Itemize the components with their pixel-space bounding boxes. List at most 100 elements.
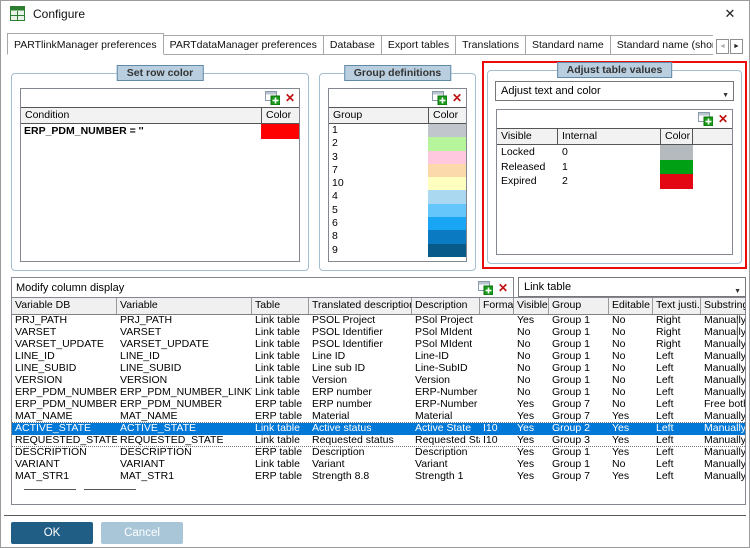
color-swatch[interactable] xyxy=(428,177,466,190)
cell-visible: No xyxy=(514,375,549,387)
group-definition-row[interactable]: 9 xyxy=(329,244,466,257)
tab-database[interactable]: Database xyxy=(324,35,382,55)
color-swatch[interactable] xyxy=(428,190,466,203)
color-swatch[interactable] xyxy=(428,124,466,137)
table-row[interactable]: MAT_NAMEMAT_NAMEERP tableMaterialMateria… xyxy=(12,411,745,423)
close-icon[interactable]: ✕ xyxy=(721,5,739,23)
column-header-translated-description[interactable]: Translated description xyxy=(309,298,412,314)
column-header-editable[interactable]: Editable xyxy=(609,298,653,314)
tab-standard-name[interactable]: Standard name xyxy=(526,35,611,55)
color-swatch[interactable] xyxy=(428,164,466,177)
tab-standard-name-short[interactable]: Standard name (short) xyxy=(611,35,713,55)
cell-description: Line-ID xyxy=(412,351,480,363)
tab-translations[interactable]: Translations xyxy=(456,35,526,55)
cell-description: Description xyxy=(412,447,480,459)
adjust-mode-dropdown[interactable]: Adjust text and color ▼ xyxy=(495,81,734,101)
cell-translated-description: PSOL Identifier xyxy=(309,327,412,339)
tab-partlinkmanager-preferences[interactable]: PARTlinkManager preferences xyxy=(7,33,164,55)
color-swatch[interactable] xyxy=(660,160,693,175)
column-header-variable[interactable]: Variable xyxy=(117,298,252,314)
cell-table: ERP table xyxy=(252,399,309,411)
table-row[interactable]: ACTIVE_STATEACTIVE_STATELink tableActive… xyxy=(12,423,745,435)
color-swatch[interactable] xyxy=(428,244,466,257)
table-row[interactable]: VARSETVARSETLink tablePSOL IdentifierPSo… xyxy=(12,327,745,339)
color-swatch[interactable] xyxy=(660,174,693,189)
cell-editable: Yes xyxy=(609,423,653,435)
column-header-text-justi[interactable]: Text justi... xyxy=(653,298,701,314)
table-row[interactable]: REQUESTED_STATEREQUESTED_STATELink table… xyxy=(12,435,745,447)
cell-group: Group 1 xyxy=(549,387,609,399)
group-definition-row[interactable]: 2 xyxy=(329,137,466,150)
color-swatch[interactable] xyxy=(428,230,466,243)
table-select-dropdown[interactable]: Link table ▼ xyxy=(518,277,746,297)
group-definition-row[interactable]: 3 xyxy=(329,151,466,164)
delete-column-icon[interactable]: ✕ xyxy=(498,282,508,294)
color-swatch[interactable] xyxy=(660,145,693,160)
add-value-icon[interactable] xyxy=(698,112,713,126)
column-header-visible[interactable]: Visible xyxy=(514,298,549,314)
vertical-scrollbar-thumb[interactable] xyxy=(737,319,738,343)
column-header-format[interactable]: Format xyxy=(480,298,514,314)
color-swatch[interactable] xyxy=(428,204,466,217)
group-definition-row[interactable]: 4 xyxy=(329,190,466,203)
table-select-value: Link table xyxy=(524,281,571,293)
horizontal-scroll-grip-2[interactable] xyxy=(84,489,136,491)
table-row[interactable]: VARSET_UPDATEVARSET_UPDATELink tablePSOL… xyxy=(12,339,745,351)
cell-editable: Yes xyxy=(609,411,653,422)
group-definition-row[interactable]: 7 xyxy=(329,164,466,177)
delete-row-icon[interactable]: ✕ xyxy=(285,92,295,104)
table-row[interactable]: MAT_STR1MAT_STR1ERP tableStrength 8.8Str… xyxy=(12,471,745,483)
table-value-row[interactable]: Locked0 xyxy=(497,145,732,160)
column-header-group[interactable]: Group xyxy=(549,298,609,314)
color-swatch[interactable] xyxy=(261,124,299,139)
table-row[interactable]: LINE_IDLINE_IDLink tableLine IDLine-IDNo… xyxy=(12,351,745,363)
tab-scroll-right-icon[interactable]: ► xyxy=(730,39,743,54)
delete-group-icon[interactable]: ✕ xyxy=(452,92,462,104)
set-row-color-title: Set row color xyxy=(117,65,204,81)
tab-export-tables[interactable]: Export tables xyxy=(382,35,456,55)
add-row-icon[interactable] xyxy=(265,91,280,105)
delete-value-icon[interactable]: ✕ xyxy=(718,113,728,125)
add-group-icon[interactable] xyxy=(432,91,447,105)
table-row[interactable]: DESCRIPTIONDESCRIPTIONERP tableDescripti… xyxy=(12,447,745,459)
cell-group: Group 1 xyxy=(549,315,609,327)
adjust-table-values-title: Adjust table values xyxy=(557,62,673,78)
set-row-color-toolbar: ✕ xyxy=(21,89,299,107)
cell-variable-db: VARSET xyxy=(12,327,117,339)
cell-group: Group 7 xyxy=(549,399,609,411)
cell-substring: Manually xyxy=(701,315,746,327)
color-swatch[interactable] xyxy=(428,137,466,150)
column-header-variable-db[interactable]: Variable DB xyxy=(12,298,117,314)
cell-visible: Yes xyxy=(514,459,549,471)
group-definitions-title: Group definitions xyxy=(344,65,452,81)
horizontal-scroll-grip-1[interactable] xyxy=(24,489,76,491)
group-definition-row[interactable]: 10 xyxy=(329,177,466,190)
table-row[interactable]: VERSIONVERSIONLink tableVersionVersionNo… xyxy=(12,375,745,387)
table-row[interactable]: ERP_PDM_NUMBERERP_PDM_NUMBER_LINKTABLELi… xyxy=(12,387,745,399)
group-definition-row[interactable]: 8 xyxy=(329,230,466,243)
column-header-substring[interactable]: Substring xyxy=(701,298,746,314)
add-column-icon[interactable] xyxy=(478,281,493,295)
group-definition-row[interactable]: 5 xyxy=(329,204,466,217)
cell-visible: Yes xyxy=(514,315,549,327)
table-value-row[interactable]: Expired2 xyxy=(497,174,732,189)
color-swatch[interactable] xyxy=(428,217,466,230)
tab-scroll-left-icon[interactable]: ◄ xyxy=(716,39,729,54)
tab-partdatamanager-preferences[interactable]: PARTdataManager preferences xyxy=(164,35,324,55)
column-header-description[interactable]: Description xyxy=(412,298,480,314)
cell-format xyxy=(480,399,514,411)
table-row[interactable]: PRJ_PATHPRJ_PATHLink tablePSOL ProjectPS… xyxy=(12,315,745,327)
table-row[interactable]: ERP_PDM_NUMBERERP_PDM_NUMBERERP tableERP… xyxy=(12,399,745,411)
table-row[interactable]: VARIANTVARIANTLink tableVariantVariantYe… xyxy=(12,459,745,471)
cell-variable-db: ACTIVE_STATE xyxy=(12,423,117,435)
table-value-row[interactable]: Released1 xyxy=(497,160,732,175)
group-definition-row[interactable]: 1 xyxy=(329,124,466,137)
table-row[interactable]: LINE_SUBIDLINE_SUBIDLink tableLine sub I… xyxy=(12,363,745,375)
column-header-table[interactable]: Table xyxy=(252,298,309,314)
group-definition-row[interactable]: 6 xyxy=(329,217,466,230)
ok-button[interactable]: OK xyxy=(11,522,93,544)
cell-variable-db: VARIANT xyxy=(12,459,117,471)
cancel-button[interactable]: Cancel xyxy=(101,522,183,544)
color-swatch[interactable] xyxy=(428,151,466,164)
row-color-rule-row[interactable]: ERP_PDM_NUMBER = '' xyxy=(21,124,299,139)
